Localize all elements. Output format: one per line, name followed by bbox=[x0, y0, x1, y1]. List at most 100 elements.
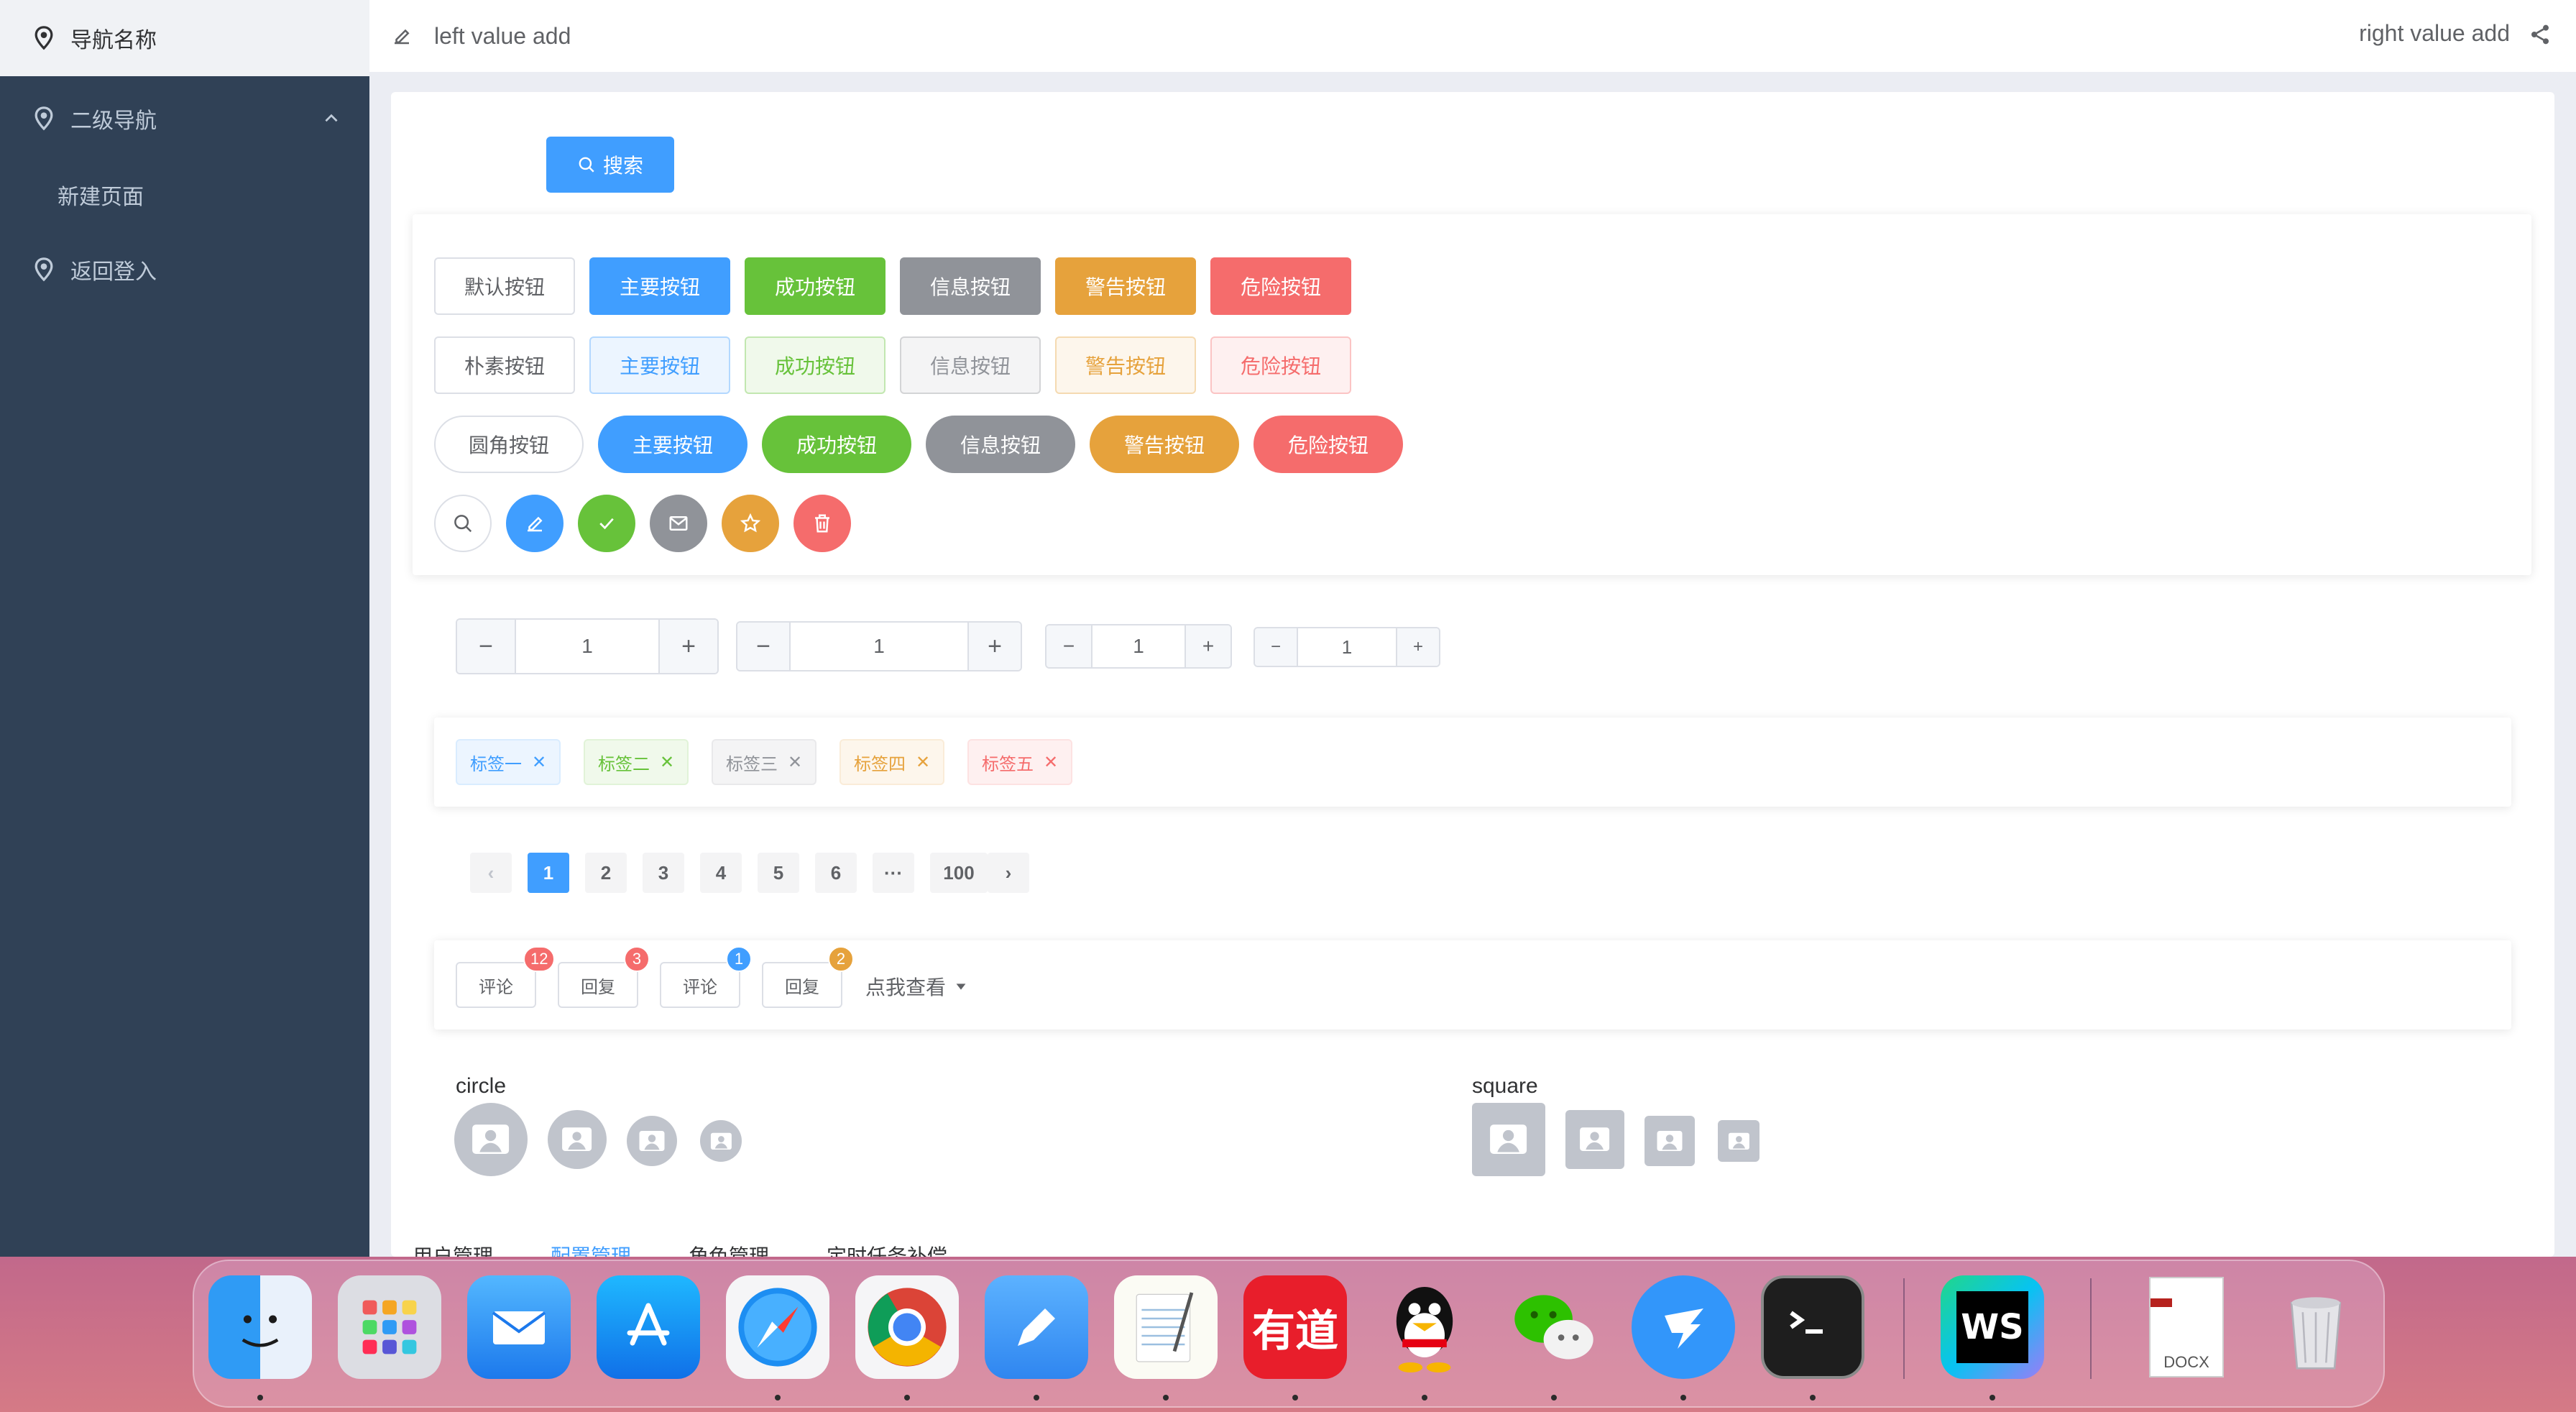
page-100[interactable]: 100 bbox=[930, 853, 988, 893]
increase-button[interactable]: + bbox=[1396, 628, 1439, 666]
plain-danger-button[interactable]: 危险按钮 bbox=[1210, 336, 1351, 394]
circle-message-button[interactable] bbox=[650, 495, 707, 552]
tag[interactable]: 标签四 ✕ bbox=[840, 739, 945, 785]
decrease-button[interactable]: − bbox=[737, 623, 791, 670]
safari-icon[interactable] bbox=[726, 1275, 829, 1379]
prev-page-button[interactable]: ‹ bbox=[470, 853, 512, 893]
qq-icon[interactable] bbox=[1373, 1275, 1476, 1379]
close-icon[interactable]: ✕ bbox=[788, 752, 802, 772]
close-icon[interactable]: ✕ bbox=[916, 752, 930, 772]
info-button[interactable]: 信息按钮 bbox=[900, 257, 1041, 315]
round-success-button[interactable]: 成功按钮 bbox=[762, 416, 911, 473]
page-6[interactable]: 6 bbox=[815, 853, 857, 893]
round-warning-button[interactable]: 警告按钮 bbox=[1090, 416, 1239, 473]
wechat-icon[interactable] bbox=[1502, 1275, 1606, 1379]
page-1[interactable]: 1 bbox=[528, 853, 569, 893]
tab-user-management[interactable]: 用户管理 bbox=[413, 1241, 493, 1257]
avatar bbox=[1718, 1120, 1760, 1162]
page-2[interactable]: 2 bbox=[585, 853, 627, 893]
comment-button[interactable]: 评论 bbox=[660, 962, 740, 1008]
number-value[interactable]: 1 bbox=[516, 635, 658, 658]
tag[interactable]: 标签一 ✕ bbox=[456, 739, 561, 785]
youdao-icon[interactable]: 有道 bbox=[1243, 1275, 1347, 1379]
plain-success-button[interactable]: 成功按钮 bbox=[745, 336, 886, 394]
page-4[interactable]: 4 bbox=[700, 853, 742, 893]
app-store-icon[interactable] bbox=[597, 1275, 700, 1379]
tab-role-management[interactable]: 角色管理 bbox=[689, 1241, 769, 1257]
chrome-icon[interactable] bbox=[855, 1275, 959, 1379]
increase-button[interactable]: + bbox=[1184, 625, 1230, 667]
pen-app-icon[interactable] bbox=[985, 1275, 1088, 1379]
tag[interactable]: 标签二 ✕ bbox=[584, 739, 689, 785]
plain-warning-button[interactable]: 警告按钮 bbox=[1055, 336, 1196, 394]
primary-button[interactable]: 主要按钮 bbox=[589, 257, 730, 315]
tag[interactable]: 标签三 ✕ bbox=[712, 739, 817, 785]
plain-default-button[interactable]: 朴素按钮 bbox=[434, 336, 575, 394]
input-number-small[interactable]: − 1 + bbox=[1254, 627, 1440, 667]
round-default-button[interactable]: 圆角按钮 bbox=[434, 416, 584, 473]
search-button[interactable]: 搜索 bbox=[546, 137, 674, 193]
trash-icon[interactable] bbox=[2264, 1275, 2368, 1379]
default-button[interactable]: 默认按钮 bbox=[434, 257, 575, 315]
finder-icon[interactable] bbox=[208, 1275, 312, 1379]
decrease-button[interactable]: − bbox=[1255, 628, 1298, 666]
docx-file-icon[interactable]: DOCX bbox=[2135, 1275, 2238, 1379]
tab-scheduled-task[interactable]: 定时任务补偿 bbox=[827, 1241, 947, 1257]
decrease-button[interactable]: − bbox=[1046, 625, 1092, 667]
sidebar-item-secondary-nav[interactable]: 二级导航 bbox=[0, 81, 369, 157]
next-page-button[interactable]: › bbox=[988, 853, 1029, 893]
input-number-medium[interactable]: − 1 + bbox=[1045, 624, 1232, 669]
round-primary-button[interactable]: 主要按钮 bbox=[598, 416, 748, 473]
comment-button[interactable]: 评论 bbox=[456, 962, 536, 1008]
tab-config-management[interactable]: 配置管理 bbox=[551, 1241, 631, 1257]
user-icon bbox=[1657, 1131, 1683, 1151]
number-value[interactable]: 1 bbox=[791, 635, 967, 658]
number-value[interactable]: 1 bbox=[1298, 636, 1396, 659]
round-danger-button[interactable]: 危险按钮 bbox=[1254, 416, 1403, 473]
sidebar-item-back-login[interactable]: 返回登入 bbox=[0, 231, 369, 308]
close-icon[interactable]: ✕ bbox=[532, 752, 546, 772]
input-number-default[interactable]: − 1 + bbox=[736, 621, 1022, 671]
running-indicator bbox=[1163, 1395, 1169, 1400]
warning-button[interactable]: 警告按钮 bbox=[1055, 257, 1196, 315]
textedit-icon[interactable] bbox=[1114, 1275, 1218, 1379]
sidebar-item-new-page[interactable]: 新建页面 bbox=[0, 157, 369, 233]
close-icon[interactable]: ✕ bbox=[660, 752, 674, 772]
user-icon bbox=[562, 1127, 592, 1152]
circle-delete-button[interactable] bbox=[794, 495, 851, 552]
terminal-icon[interactable] bbox=[1761, 1275, 1864, 1379]
increase-button[interactable]: + bbox=[658, 620, 717, 673]
success-button[interactable]: 成功按钮 bbox=[745, 257, 886, 315]
plain-primary-button[interactable]: 主要按钮 bbox=[589, 336, 730, 394]
close-icon[interactable]: ✕ bbox=[1044, 752, 1058, 772]
input-number-large[interactable]: − 1 + bbox=[456, 618, 719, 674]
tag[interactable]: 标签五 ✕ bbox=[967, 739, 1073, 785]
plain-info-button[interactable]: 信息按钮 bbox=[900, 336, 1041, 394]
decrease-button[interactable]: − bbox=[457, 620, 516, 673]
dropdown-trigger[interactable]: 点我查看 bbox=[865, 972, 969, 1001]
circle-star-button[interactable] bbox=[722, 495, 779, 552]
danger-button[interactable]: 危险按钮 bbox=[1210, 257, 1351, 315]
reply-button[interactable]: 回复 bbox=[762, 962, 842, 1008]
mail-icon[interactable] bbox=[467, 1275, 571, 1379]
launchpad-icon[interactable] bbox=[338, 1275, 441, 1379]
share-icon[interactable] bbox=[2529, 23, 2552, 46]
webstorm-icon[interactable]: WS bbox=[1941, 1275, 2044, 1379]
increase-button[interactable]: + bbox=[967, 623, 1021, 670]
badge-count: 1 bbox=[726, 946, 752, 972]
round-info-button[interactable]: 信息按钮 bbox=[926, 416, 1075, 473]
circle-edit-button[interactable] bbox=[506, 495, 564, 552]
reply-button[interactable]: 回复 bbox=[558, 962, 638, 1008]
running-indicator bbox=[1990, 1395, 1995, 1400]
more-pages[interactable]: ··· bbox=[873, 853, 914, 893]
sidebar-item-nav-name[interactable]: 导航名称 bbox=[0, 0, 369, 76]
circle-search-button[interactable] bbox=[434, 495, 492, 552]
main-content: 搜索 默认按钮 主要按钮 成功按钮 信息按钮 警告按钮 危险按钮 朴素按钮 主要… bbox=[391, 92, 2554, 1257]
running-indicator bbox=[1292, 1395, 1298, 1400]
edit-icon[interactable] bbox=[391, 25, 413, 47]
page-5[interactable]: 5 bbox=[758, 853, 799, 893]
page-3[interactable]: 3 bbox=[643, 853, 684, 893]
number-value[interactable]: 1 bbox=[1092, 635, 1184, 658]
dingtalk-icon[interactable] bbox=[1632, 1275, 1735, 1379]
circle-check-button[interactable] bbox=[578, 495, 635, 552]
